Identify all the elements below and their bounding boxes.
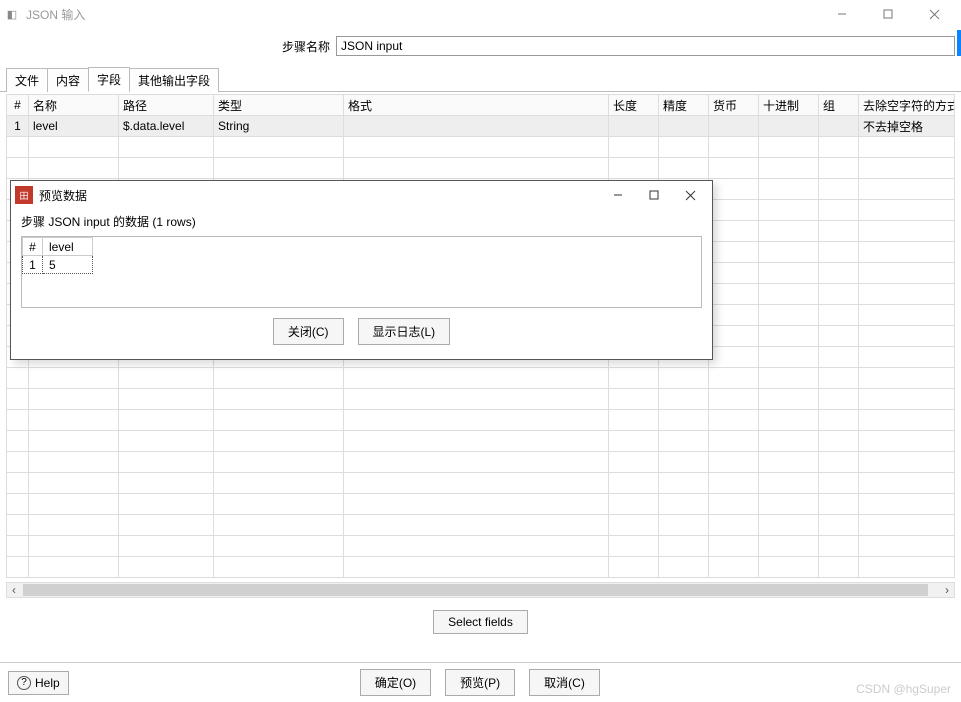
dialog-title-bar: 田 预览数据 xyxy=(11,181,712,209)
cancel-button[interactable]: 取消(C) xyxy=(529,669,600,696)
dialog-minimize-button[interactable] xyxy=(600,181,636,209)
col-trim[interactable]: 去除空字符的方式 xyxy=(859,95,955,116)
tab-fields[interactable]: 字段 xyxy=(88,67,130,92)
cell-path[interactable]: $.data.level xyxy=(119,116,214,137)
table-row-empty xyxy=(7,368,955,389)
table-row-empty xyxy=(7,431,955,452)
help-icon: ? xyxy=(17,676,31,690)
dialog-grid-wrap: # level 1 5 xyxy=(21,236,702,308)
table-row-empty xyxy=(7,452,955,473)
cell-type[interactable]: String xyxy=(214,116,344,137)
preview-header-row: # level xyxy=(23,238,93,256)
dialog-caption: 步骤 JSON input 的数据 (1 rows) xyxy=(11,209,712,236)
dialog-show-log-btn[interactable]: 显示日志(L) xyxy=(358,318,451,345)
title-bar: ◧ JSON 输入 xyxy=(0,0,961,28)
table-row-empty xyxy=(7,515,955,536)
preview-dialog: 田 预览数据 步骤 JSON input 的数据 (1 rows) # leve… xyxy=(10,180,713,360)
horizontal-scrollbar[interactable]: ‹ › xyxy=(6,582,955,598)
table-row-empty xyxy=(7,389,955,410)
scroll-left-icon[interactable]: ‹ xyxy=(7,583,21,597)
col-currency[interactable]: 货币 xyxy=(709,95,759,116)
bottom-bar: ? Help 确定(O) 预览(P) 取消(C) xyxy=(0,662,961,702)
focus-edge-indicator xyxy=(957,30,961,56)
tab-content[interactable]: 内容 xyxy=(47,68,89,92)
preview-cell-num: 1 xyxy=(23,256,43,274)
dialog-app-icon: 田 xyxy=(15,186,33,204)
dialog-maximize-button[interactable] xyxy=(636,181,672,209)
step-name-input[interactable] xyxy=(336,36,955,56)
watermark: CSDN @hgSuper xyxy=(856,682,951,696)
select-fields-button[interactable]: Select fields xyxy=(433,610,528,634)
app-icon: ◧ xyxy=(4,6,20,22)
close-button[interactable] xyxy=(911,0,957,28)
col-format[interactable]: 格式 xyxy=(344,95,609,116)
table-row[interactable]: 1 level $.data.level String 不去掉空格 xyxy=(7,116,955,137)
table-row-empty xyxy=(7,410,955,431)
minimize-button[interactable] xyxy=(819,0,865,28)
col-name[interactable]: 名称 xyxy=(29,95,119,116)
table-row-empty xyxy=(7,473,955,494)
window-title: JSON 输入 xyxy=(26,6,85,23)
cell-length[interactable] xyxy=(609,116,659,137)
cell-num: 1 xyxy=(7,116,29,137)
step-name-row: 步骤名称 xyxy=(0,28,961,62)
col-path[interactable]: 路径 xyxy=(119,95,214,116)
col-decimal[interactable]: 十进制 xyxy=(759,95,819,116)
help-button[interactable]: ? Help xyxy=(8,671,69,695)
cell-precision[interactable] xyxy=(659,116,709,137)
scroll-right-icon[interactable]: › xyxy=(940,583,954,597)
dialog-close-button[interactable] xyxy=(672,181,708,209)
cell-trim[interactable]: 不去掉空格 xyxy=(859,116,955,137)
header-row: # 名称 路径 类型 格式 长度 精度 货币 十进制 组 去除空字符的方式 xyxy=(7,95,955,116)
dialog-title: 预览数据 xyxy=(39,187,87,204)
cell-format[interactable] xyxy=(344,116,609,137)
cell-decimal[interactable] xyxy=(759,116,819,137)
table-row-empty xyxy=(7,494,955,515)
scroll-thumb[interactable] xyxy=(23,584,928,596)
preview-row[interactable]: 1 5 xyxy=(23,256,93,274)
step-name-label: 步骤名称 xyxy=(6,38,336,55)
tab-other-output[interactable]: 其他输出字段 xyxy=(129,68,219,92)
cell-currency[interactable] xyxy=(709,116,759,137)
col-precision[interactable]: 精度 xyxy=(659,95,709,116)
col-type[interactable]: 类型 xyxy=(214,95,344,116)
table-row-empty xyxy=(7,557,955,578)
col-group[interactable]: 组 xyxy=(819,95,859,116)
dialog-close-btn[interactable]: 关闭(C) xyxy=(273,318,344,345)
preview-button[interactable]: 预览(P) xyxy=(445,669,515,696)
tab-file[interactable]: 文件 xyxy=(6,68,48,92)
preview-col-num: # xyxy=(23,238,43,256)
preview-col-level[interactable]: level xyxy=(43,238,93,256)
table-row-empty xyxy=(7,137,955,158)
col-length[interactable]: 长度 xyxy=(609,95,659,116)
col-num: # xyxy=(7,95,29,116)
table-row-empty xyxy=(7,536,955,557)
preview-grid: # level 1 5 xyxy=(22,237,93,274)
ok-button[interactable]: 确定(O) xyxy=(360,669,431,696)
cell-group[interactable] xyxy=(819,116,859,137)
preview-cell-level: 5 xyxy=(43,256,93,274)
table-row-empty xyxy=(7,158,955,179)
maximize-button[interactable] xyxy=(865,0,911,28)
cell-name[interactable]: level xyxy=(29,116,119,137)
tab-bar: 文件 内容 字段 其他输出字段 xyxy=(0,66,961,92)
